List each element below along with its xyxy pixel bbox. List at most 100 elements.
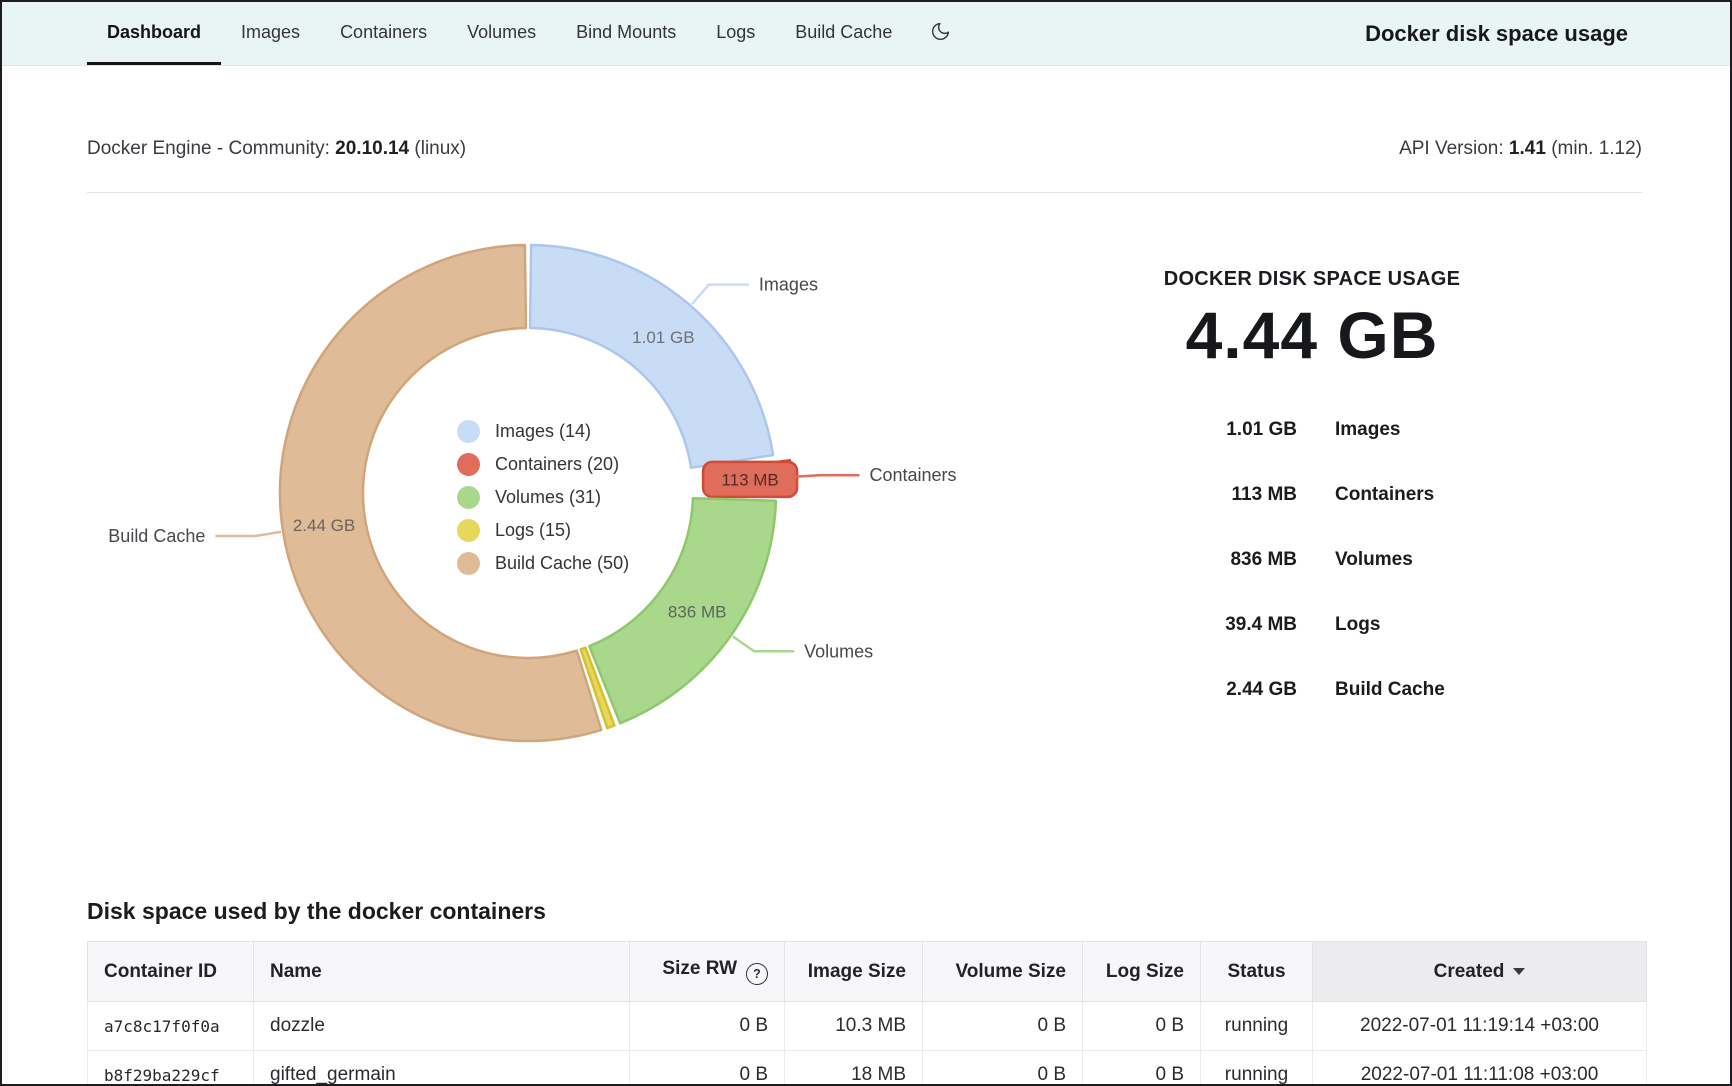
tab-build-cache[interactable]: Build Cache [775, 2, 912, 65]
segment-value-containers: 113 MB [721, 470, 778, 489]
engine-info-row: Docker Engine - Community: 20.10.14 (lin… [87, 138, 1642, 160]
usage-size: 1.01 GB [1102, 419, 1297, 441]
legend-item-images[interactable]: Images (14) [457, 420, 629, 443]
legend-item-logs[interactable]: Logs (15) [457, 519, 629, 542]
api-version-min: (min. 1.12) [1551, 138, 1642, 159]
callout-line-images [692, 285, 749, 305]
col-header-status[interactable]: Status [1201, 942, 1313, 1002]
api-version-value: 1.41 [1509, 138, 1546, 159]
legend-swatch-build-cache [457, 552, 480, 575]
cell-volume-size: 0 B [923, 1002, 1083, 1051]
containers-table: Container ID Name Size RW? Image Size Volume… [87, 941, 1647, 1086]
usage-row-containers: 113 MBContainers [1102, 462, 1522, 527]
callout-label-volumes: Volumes [804, 641, 873, 661]
col-label: Name [270, 961, 322, 982]
usage-summary-panel: DOCKER DISK SPACE USAGE 4.44 GB 1.01 GBI… [1102, 268, 1522, 722]
disk-usage-chart-area: 1.01 GB Images 113 MB Containers 836 MB Volum… [82, 212, 982, 812]
legend-swatch-logs [457, 519, 480, 542]
col-label: Size RW [662, 958, 737, 979]
cell-log-size: 0 B [1083, 1051, 1201, 1086]
cell-name: dozzle [254, 1002, 630, 1051]
tab-dashboard[interactable]: Dashboard [87, 2, 221, 65]
col-header-name[interactable]: Name [254, 942, 630, 1002]
callout-label-containers: Containers [869, 465, 956, 485]
col-header-size-rw[interactable]: Size RW? [630, 942, 785, 1002]
col-label: Image Size [808, 961, 906, 982]
legend-swatch-images [457, 420, 480, 443]
legend-item-containers[interactable]: Containers (20) [457, 453, 629, 476]
usage-row-images: 1.01 GB Images [1102, 397, 1522, 462]
col-header-log-size[interactable]: Log Size [1083, 942, 1201, 1002]
col-label: Status [1227, 961, 1285, 982]
cell-log-size: 0 B [1083, 1002, 1201, 1051]
cell-name: gifted_germain [254, 1051, 630, 1086]
col-header-image-size[interactable]: Image Size [785, 942, 923, 1002]
cell-container-id: a7c8c17f0f0a [88, 1002, 254, 1051]
usage-size: 39.4 MB [1102, 614, 1297, 636]
cell-status: running [1201, 1002, 1313, 1051]
col-label: Volume Size [955, 961, 1066, 982]
api-version-info: API Version: 1.41 (min. 1.12) [1399, 138, 1642, 160]
col-header-volume-size[interactable]: Volume Size [923, 942, 1083, 1002]
top-nav: DashboardImagesContainersVolumesBind Mou… [2, 2, 1730, 66]
col-label: Container ID [104, 961, 217, 982]
engine-info: Docker Engine - Community: 20.10.14 (lin… [87, 138, 466, 160]
usage-label: Logs [1335, 614, 1380, 636]
cell-size-rw: 0 B [630, 1002, 785, 1051]
tab-logs[interactable]: Logs [696, 2, 775, 65]
usage-label: Containers [1335, 484, 1434, 506]
cell-created: 2022-07-01 11:19:14 +03:00 [1313, 1002, 1647, 1051]
tab-containers[interactable]: Containers [320, 2, 447, 65]
legend-label: Images (14) [495, 421, 591, 442]
callout-line-volumes [733, 636, 794, 651]
cell-volume-size: 0 B [923, 1051, 1083, 1086]
tab-volumes[interactable]: Volumes [447, 2, 556, 65]
tab-images[interactable]: Images [221, 2, 320, 65]
col-header-created[interactable]: Created [1313, 942, 1647, 1002]
table-heading: Disk space used by the docker containers [87, 898, 546, 925]
usage-rows: 1.01 GB Images 113 MBContainers 836 MB Volum… [1102, 397, 1522, 722]
usage-label: Build Cache [1335, 679, 1445, 701]
segment-value-volumes: 836 MB [668, 602, 727, 621]
legend-label: Build Cache (50) [495, 553, 629, 574]
usage-row-build-cache: 2.44 GB Build Cache [1102, 657, 1522, 722]
callout-line-containers [794, 475, 860, 477]
chart-legend: Images (14) Containers (20) Volumes (31) Lo… [457, 420, 629, 575]
segment-value-images: 1.01 GB [632, 328, 694, 347]
cell-created: 2022-07-01 11:11:08 +03:00 [1313, 1051, 1647, 1086]
cell-status: running [1201, 1051, 1313, 1086]
legend-label: Containers (20) [495, 454, 619, 475]
callout-label-images: Images [759, 275, 818, 295]
col-header-container-id[interactable]: Container ID [88, 942, 254, 1002]
api-version-label: API Version: [1399, 138, 1504, 159]
usage-row-logs: 39.4 MB Logs [1102, 592, 1522, 657]
cell-image-size: 18 MB [785, 1051, 923, 1086]
table-row[interactable]: b8f29ba229cfgifted_germain0 B18 MB0 B0 B… [88, 1051, 1647, 1086]
usage-size: 2.44 GB [1102, 679, 1297, 701]
sort-desc-icon [1513, 968, 1525, 975]
cell-container-id: b8f29ba229cf [88, 1051, 254, 1086]
legend-label: Logs (15) [495, 520, 571, 541]
engine-platform: (linux) [414, 138, 466, 159]
table-header: Container ID Name Size RW? Image Size Volume… [88, 942, 1647, 1002]
usage-label: Images [1335, 419, 1400, 441]
legend-item-volumes[interactable]: Volumes (31) [457, 486, 629, 509]
tab-bind-mounts[interactable]: Bind Mounts [556, 2, 696, 65]
table-row[interactable]: a7c8c17f0f0adozzle0 B10.3 MB0 B0 Brunnin… [88, 1002, 1647, 1051]
usage-size: 836 MB [1102, 549, 1297, 571]
col-label: Created [1434, 961, 1505, 982]
legend-item-build-cache[interactable]: Build Cache (50) [457, 552, 629, 575]
app-title: Docker disk space usage [1365, 2, 1628, 65]
legend-label: Volumes (31) [495, 487, 601, 508]
theme-toggle-button[interactable] [930, 2, 951, 65]
col-label: Log Size [1106, 961, 1184, 982]
engine-version: 20.10.14 [335, 138, 409, 159]
legend-swatch-containers [457, 453, 480, 476]
usage-total: 4.44 GB [1102, 297, 1522, 373]
moon-icon [930, 21, 951, 47]
cell-size-rw: 0 B [630, 1051, 785, 1086]
usage-label: Volumes [1335, 549, 1413, 571]
cell-image-size: 10.3 MB [785, 1002, 923, 1051]
nav-tabs: DashboardImagesContainersVolumesBind Mou… [87, 2, 912, 65]
help-circle-icon[interactable]: ? [746, 963, 768, 985]
